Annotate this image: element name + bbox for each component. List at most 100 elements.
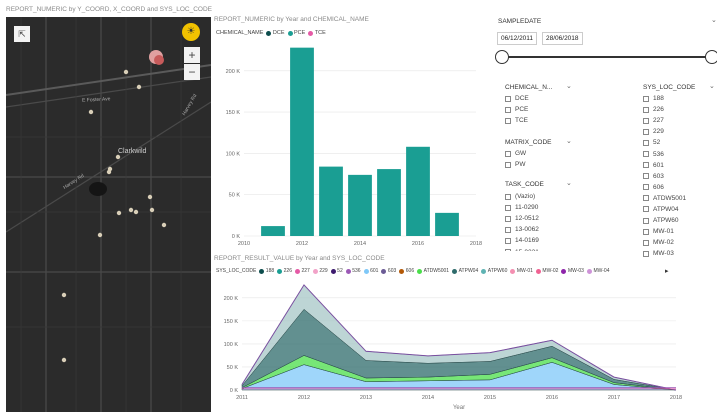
legend-scroll-arrow[interactable]: ▸ [665,267,669,275]
end-date-input[interactable]: 28/06/2018 [542,32,583,45]
slicer-item[interactable]: 229 [643,126,686,137]
chevron-down-icon[interactable]: ⌄ [709,82,715,90]
chevron-down-icon[interactable]: ⌄ [566,179,572,187]
legend-item[interactable]: TCE [308,30,326,36]
chevron-down-icon[interactable]: ⌄ [566,82,572,90]
zoom-in-button[interactable]: + [184,47,200,63]
slicer-item[interactable]: PCE [505,104,529,115]
legend-item[interactable]: MW-03 [561,268,584,274]
checkbox[interactable] [643,139,649,146]
legend-item[interactable]: 536 [345,268,361,274]
slicer-item[interactable]: 226 [643,104,686,115]
start-date-input[interactable]: 06/12/2011 [497,32,538,45]
slicer-item[interactable]: 603 [643,171,686,182]
slicer-item-label: 13-0062 [515,226,539,234]
legend-label: 229 [319,268,328,274]
checkbox[interactable] [505,150,511,157]
date-range-end-handle[interactable] [705,50,717,64]
checkbox[interactable] [643,195,649,202]
slicer-item[interactable]: 601 [643,160,686,171]
checkbox[interactable] [505,237,511,244]
area-chart[interactable]: 0 K 50 K 100 K 150 K 200 K 2011 2012 2013 2014 20… [214,278,689,412]
slicer-item-label: TCE [515,117,528,125]
legend-item[interactable]: 606 [399,268,414,274]
slicer-item[interactable]: 12-0512 [505,213,539,224]
slicer-item[interactable]: 15-0221 [505,246,539,251]
legend-item[interactable]: ATPW60 [481,268,507,274]
slicer-item[interactable]: MW-02 [643,237,686,248]
slicer-item[interactable]: TCE [505,115,529,126]
legend-item[interactable]: PCE [287,30,305,36]
legend-item[interactable]: ATDW5001 [417,268,449,274]
checkbox[interactable] [643,117,649,124]
chevron-down-icon[interactable]: ⌄ [566,137,572,145]
date-range-start-handle[interactable] [495,50,509,64]
lightbulb-icon[interactable]: ☀ [182,23,200,41]
date-range-track [504,56,710,58]
y-tick-label: 200 K [224,296,239,302]
checkbox[interactable] [505,95,511,102]
legend-item[interactable]: 226 [277,268,292,274]
checkbox[interactable] [505,226,511,233]
slicer-item[interactable]: 52 [643,137,686,148]
checkbox[interactable] [643,162,649,169]
checkbox[interactable] [643,206,649,213]
slicer-item[interactable]: ATPW60 [643,215,686,226]
slicer-item[interactable]: (Vazio) [505,191,539,202]
legend-item[interactable]: ATPW04 [452,268,478,274]
checkbox[interactable] [643,250,649,257]
cursor-arrow-icon[interactable]: ⇱ [14,26,30,42]
slicer-item[interactable]: PW [505,159,526,170]
slicer-item[interactable]: 11-0290 [505,202,539,213]
map-visual[interactable]: ⇱ ☀ + − Clarkwild E Foster Ave Harvey Rd… [6,17,211,412]
slicer-item[interactable]: MW-01 [643,226,686,237]
slicer-item[interactable]: 227 [643,115,686,126]
bar [261,226,285,236]
checkbox[interactable] [643,239,649,246]
slicer-item[interactable]: MW-03 [643,248,686,259]
zoom-out-button[interactable]: − [184,64,200,80]
checkbox[interactable] [643,184,649,191]
checkbox[interactable] [643,106,649,113]
checkbox[interactable] [505,117,511,124]
checkbox[interactable] [505,106,511,113]
legend-item[interactable]: 227 [294,268,310,274]
checkbox[interactable] [505,161,511,168]
checkbox[interactable] [505,204,511,211]
task-slicer-viewport[interactable]: (Vazio) 11-0290 12-0512 13-0062 14-0169 15-02… [505,191,580,251]
legend-item[interactable]: MW-02 [535,268,558,274]
legend-item[interactable]: MW-01 [510,268,533,274]
checkbox[interactable] [643,173,649,180]
legend-item[interactable]: MW-04 [586,268,610,274]
slicer-item[interactable]: 14-0169 [505,235,539,246]
checkbox[interactable] [505,193,511,200]
slicer-item[interactable]: ATDW5001 [643,193,686,204]
slicer-item[interactable]: 606 [643,182,686,193]
checkbox[interactable] [643,217,649,224]
slicer-item-label: MW-02 [653,239,674,247]
checkbox[interactable] [505,215,511,222]
slicer-item[interactable]: 188 [643,93,686,104]
checkbox[interactable] [643,128,649,135]
legend-label: 536 [352,268,361,274]
slicer-item[interactable]: GW [505,148,526,159]
slicer-item[interactable]: DCE [505,93,529,104]
checkbox[interactable] [643,228,649,235]
slicer-item[interactable]: 13-0062 [505,224,539,235]
checkbox[interactable] [505,249,511,251]
legend-item[interactable]: 603 [381,268,396,274]
slicer-item-label: 603 [653,172,664,180]
legend-dot [345,268,351,274]
legend-item[interactable]: 601 [363,268,378,274]
chevron-down-icon[interactable]: ⌄ [711,16,717,24]
checkbox[interactable] [643,95,649,102]
legend-item[interactable]: DCE [266,30,285,36]
legend-item[interactable]: 52 [330,268,343,274]
slicer-item-label: MW-01 [653,228,674,236]
legend-item[interactable]: 188 [259,268,274,274]
legend-item[interactable]: 229 [312,268,328,274]
slicer-item[interactable]: 536 [643,148,686,159]
checkbox[interactable] [643,151,649,158]
slicer-item[interactable]: ATPW04 [643,204,686,215]
bar-chart[interactable]: 0 K 50 K 100 K 150 K 200 K 2010 2012 2014 2016 20… [214,40,489,250]
